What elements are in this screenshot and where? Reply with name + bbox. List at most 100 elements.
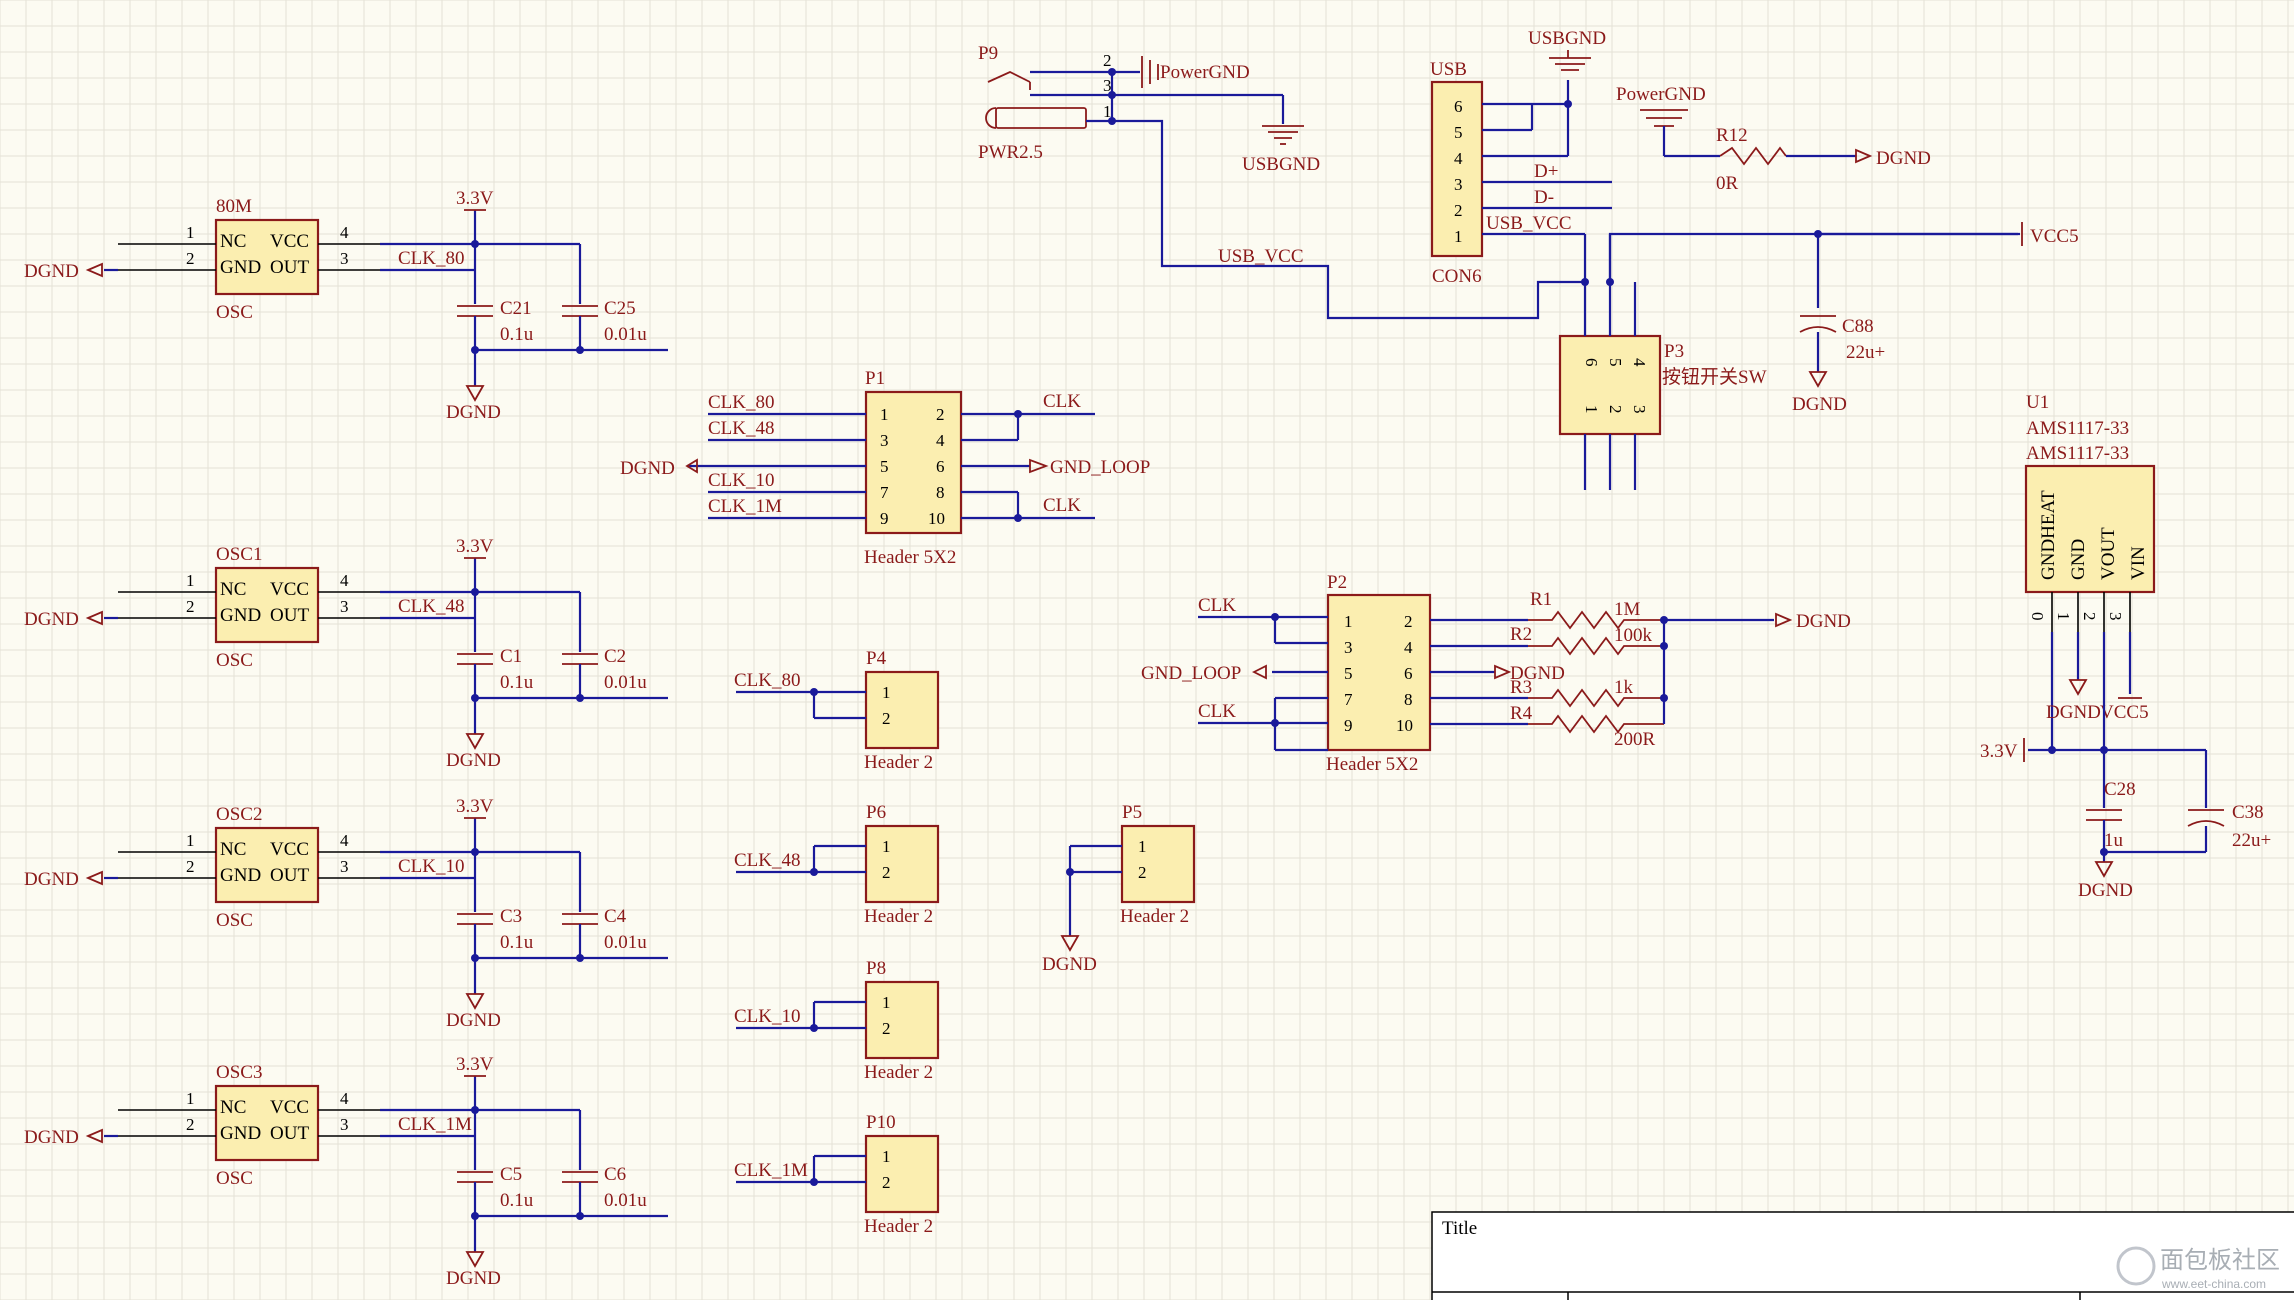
osc-net-clk: CLK_48	[398, 596, 465, 617]
osc-pin-out: OUT	[270, 1123, 309, 1144]
two-pin-header[interactable]: P6 Header 2 1 2 CLK_48	[734, 802, 940, 927]
c88-ground: DGND	[1792, 394, 1847, 415]
osc-pin-3: 3	[340, 249, 349, 268]
u1-pin-vout: VOUT	[2098, 527, 2119, 580]
p2-pin-5: 5	[1344, 664, 1353, 683]
usb-net-usbgnd: USBGND	[1528, 28, 1606, 49]
usb-designator: USB	[1430, 59, 1467, 80]
osc-net-3v3: 3.3V	[456, 1054, 494, 1075]
p2-pin-4: 4	[1404, 638, 1413, 657]
usb-pin-3: 3	[1454, 175, 1463, 194]
p1-pin-8: 8	[936, 483, 945, 502]
r12-section[interactable]: PowerGND DGND R12 0R	[1616, 84, 1931, 194]
osc-pin-gnd: GND	[220, 257, 261, 278]
osc-pin-1: 1	[186, 831, 195, 850]
p2-pin-9: 9	[1344, 716, 1353, 735]
osc-cap1-value: 0.1u	[500, 932, 534, 953]
header2-pin-2: 2	[882, 863, 891, 882]
osc-net-dgnd: DGND	[24, 1127, 79, 1148]
osc-ground: DGND	[446, 402, 501, 423]
p9-designator: P9	[978, 43, 998, 64]
oscillator-block[interactable]: OSC3 OSC NC GND VCC OUT 1 2 4 3 DGND 3.3V CLK_1M C5 0.…	[24, 1054, 668, 1289]
p2-comment: Header 5X2	[1326, 754, 1418, 775]
u1-pin-3: 3	[2106, 612, 2125, 621]
c38-designator: C38	[2232, 802, 2264, 823]
osc-pin-nc: NC	[220, 231, 246, 252]
osc-net-3v3: 3.3V	[456, 796, 494, 817]
osc-comment: OSC	[216, 650, 253, 671]
vcc5-net: VCC5	[2030, 226, 2079, 247]
oscillator-block[interactable]: 80M OSC NC GND VCC OUT 1 2 4 3 DGND 3.3V CLK_80 C21 0.…	[24, 188, 668, 423]
p9-net-usbgnd: USBGND	[1242, 154, 1320, 175]
usb-pin-4: 4	[1454, 149, 1463, 168]
power-jack-p9[interactable]: P9 PWR2.5 2 3 1 PowerGND USBGND USB_VCC	[978, 43, 1585, 320]
p3-comment: 按钮开关SW	[1662, 366, 1767, 388]
r12-value: 0R	[1716, 173, 1739, 194]
osc-pin-out: OUT	[270, 257, 309, 278]
usb-vcc-wire-label: USB_VCC	[1218, 246, 1304, 267]
osc-pin-gnd: GND	[220, 1123, 261, 1144]
osc-pin-2: 2	[186, 857, 195, 876]
oscillator-block[interactable]: OSC2 OSC NC GND VCC OUT 1 2 4 3 DGND 3.3V CLK_10 C3 0.…	[24, 796, 668, 1031]
u1-pin-vin: VIN	[2128, 546, 2149, 580]
header2-net: CLK_1M	[734, 1160, 808, 1181]
p2-net-gndloop: GND_LOOP	[1141, 663, 1241, 684]
p2-net-clk-b: CLK	[1198, 701, 1236, 722]
two-pin-header[interactable]: P10 Header 2 1 2 CLK_1M	[734, 1112, 940, 1237]
u1-pin-gndheat: GNDHEAT	[2038, 490, 2059, 580]
header2-comment: Header 2	[864, 1216, 933, 1237]
osc-designator: 80M	[216, 196, 252, 217]
header2-net: CLK_80	[734, 670, 801, 691]
header2-net: CLK_48	[734, 850, 801, 871]
osc-cap1-designator: C21	[500, 298, 532, 319]
osc-pin-vcc: VCC	[270, 231, 309, 252]
header2-net: DGND	[1042, 954, 1097, 975]
two-pin-header[interactable]: P8 Header 2 1 2 CLK_10	[734, 958, 940, 1083]
u1-comment2: AMS1117-33	[2026, 443, 2129, 464]
p2-pin-7: 7	[1344, 690, 1353, 709]
header2-pin-1: 1	[882, 837, 891, 856]
p1-designator: P1	[865, 368, 885, 389]
osc-cap1-designator: C3	[500, 906, 522, 927]
osc-net-clk: CLK_80	[398, 248, 465, 269]
osc-ground: DGND	[446, 1010, 501, 1031]
osc-cap2-value: 0.01u	[604, 672, 647, 693]
header2-pin-1: 1	[1138, 837, 1147, 856]
osc-pin-out: OUT	[270, 865, 309, 886]
p2-designator: P2	[1327, 572, 1347, 593]
p9-pin-3: 3	[1103, 76, 1112, 95]
p9-pin-2: 2	[1103, 51, 1112, 70]
osc-cap1-designator: C5	[500, 1164, 522, 1185]
switch-p3[interactable]: P3 按钮开关SW 6 5 4 1 2 3	[1558, 232, 2020, 490]
p1-pin-7: 7	[880, 483, 889, 502]
u1-comment: AMS1117-33	[2026, 418, 2129, 439]
p1-pin-9: 9	[880, 509, 889, 528]
osc-pin-2: 2	[186, 1115, 195, 1134]
osc-pin-2: 2	[186, 249, 195, 268]
header2-pin-2: 2	[882, 709, 891, 728]
usb-net-dp: D+	[1534, 161, 1558, 182]
osc-designator: OSC2	[216, 804, 262, 825]
r1-value: 1M	[1614, 599, 1641, 620]
usb-net-dm: D-	[1534, 187, 1554, 208]
p9-pin-1: 1	[1103, 102, 1112, 121]
header2-designator: P10	[866, 1112, 896, 1133]
header2-designator: P8	[866, 958, 886, 979]
p2-header[interactable]: P2 Header 5X2 CLK GND_LOOP CLK DGND DGND…	[1141, 572, 1851, 775]
header2-designator: P4	[866, 648, 887, 669]
schematic-sheet: 80M OSC NC GND VCC OUT 1 2 4 3 DGND 3.3V CLK_80 C21 0.…	[0, 0, 2294, 1300]
u1-pin-1: 1	[2054, 612, 2073, 621]
header2-pin-1: 1	[882, 1147, 891, 1166]
oscillator-block[interactable]: OSC1 OSC NC GND VCC OUT 1 2 4 3 DGND 3.3V CLK_48 C1 0.…	[24, 536, 668, 771]
p2-pin-2: 2	[1404, 612, 1413, 631]
p3-pin-4: 4	[1630, 358, 1649, 367]
u1-designator: U1	[2026, 392, 2049, 413]
osc-designator: OSC3	[216, 1062, 262, 1083]
c28-value: 1u	[2104, 830, 2124, 851]
vcc5-section[interactable]: DGND C88 22u+ VCC5	[1792, 222, 2079, 415]
header2-pin-1: 1	[882, 683, 891, 702]
osc-ground: DGND	[446, 750, 501, 771]
osc-comment: OSC	[216, 1168, 253, 1189]
osc-pin-vcc: VCC	[270, 1097, 309, 1118]
osc-net-3v3: 3.3V	[456, 188, 494, 209]
